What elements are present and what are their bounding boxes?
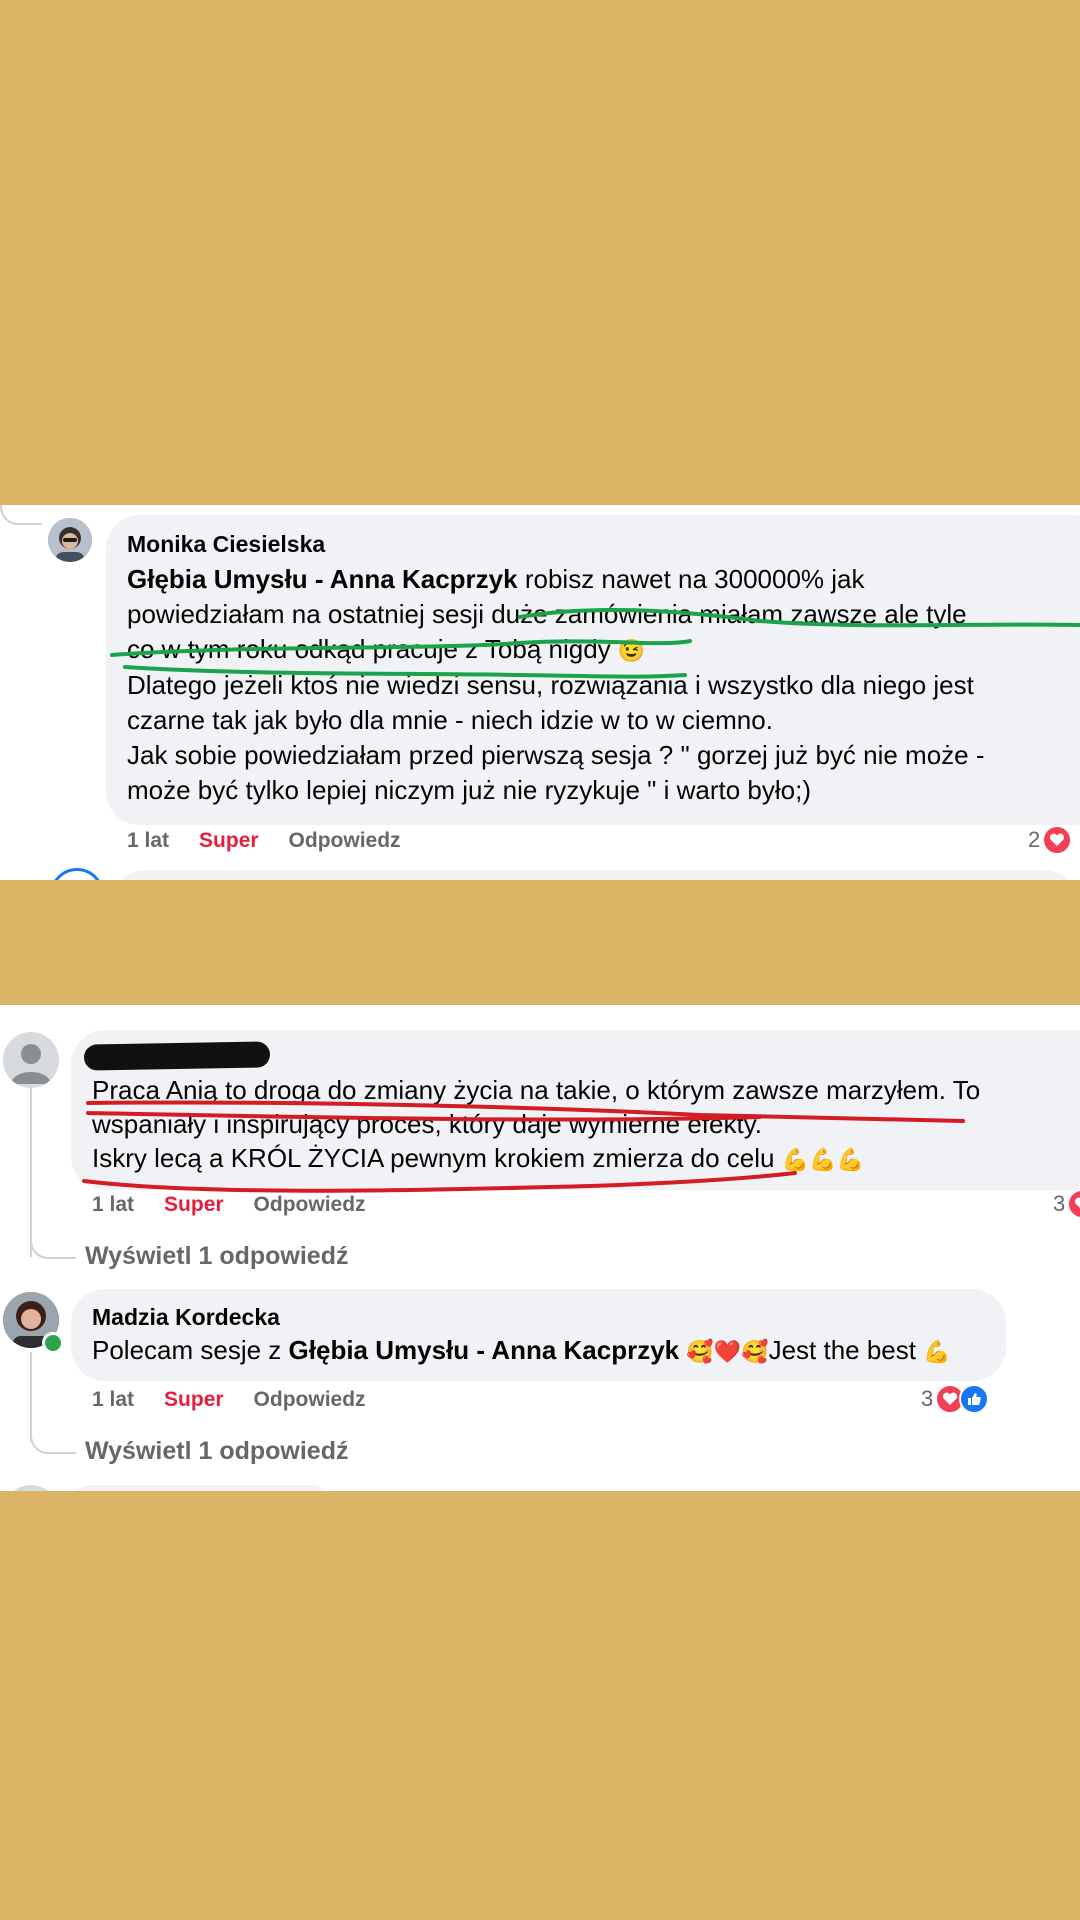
comment-text-segment: Jest the best — [768, 1335, 916, 1365]
avatar[interactable] — [3, 1032, 59, 1088]
comment-author[interactable]: Monika Ciesielska — [127, 531, 325, 558]
reaction-summary[interactable]: 3 — [921, 1384, 990, 1414]
reaction-count: 3 — [1053, 1191, 1066, 1216]
page-mention[interactable]: Głębia Umysłu - Anna Kacprzyk — [289, 1335, 680, 1365]
view-replies-link[interactable]: Wyświetl 1 odpowiedź — [85, 1437, 348, 1466]
reply-button[interactable]: Odpowiedz — [289, 829, 401, 853]
timestamp[interactable]: 1 lat — [92, 1388, 134, 1412]
comment-text-segment: robisz nawet na 300000% jak — [517, 564, 865, 594]
hearts-emoji: 🥰❤️🥰 — [686, 1339, 769, 1364]
comment-author[interactable]: Madzia Kordecka — [92, 1304, 280, 1331]
comment-text-line: czarne tak jak było dla mnie - niech idz… — [127, 705, 773, 735]
comment-text-line: Praca Anią to droga do zmiany życia na t… — [92, 1075, 981, 1105]
timestamp[interactable]: 1 lat — [127, 829, 169, 853]
heart-icon — [1042, 825, 1073, 855]
heart-icon — [1067, 1189, 1080, 1219]
comment-actions: 1 lat Super Odpowiedz — [92, 1193, 396, 1217]
avatar — [50, 868, 104, 880]
reaction-button[interactable]: Super — [199, 829, 259, 853]
muscle-emoji: 💪💪💪 — [781, 1147, 864, 1172]
avatar[interactable] — [48, 518, 92, 562]
wink-emoji: 😉 — [617, 638, 646, 663]
reply-button[interactable]: Odpowiedz — [254, 1388, 366, 1412]
reaction-count: 2 — [1028, 827, 1041, 852]
comment-bubble — [115, 870, 1075, 880]
comment-text-line: co w tym roku odkąd pracuje z Tobą nigdy — [127, 634, 611, 664]
thread-connector — [30, 1205, 76, 1259]
comment-text-line: Dlatego jeżeli ktoś nie wiedzi sensu, ro… — [127, 670, 974, 700]
page-mention[interactable]: Głębia Umysłu - Anna Kacprzyk — [127, 564, 518, 594]
comment-text-line: może być tylko lepiej niczym już nie ryz… — [127, 775, 812, 805]
comment-text-line: Jak sobie powiedziałam przed pierwszą se… — [127, 740, 985, 770]
muscle-emoji: 💪 — [923, 1339, 951, 1364]
view-replies-link[interactable]: Wyświetl 1 odpowiedź — [85, 1242, 348, 1271]
online-status-dot — [42, 1332, 64, 1354]
reaction-count: 3 — [921, 1386, 934, 1411]
comment-actions: 1 lat Super Odpowiedz — [92, 1388, 396, 1412]
timestamp[interactable]: 1 lat — [92, 1193, 134, 1217]
comment-text-line: wspaniały i inspirujący proces, który da… — [92, 1109, 763, 1139]
like-icon — [959, 1384, 990, 1414]
reply-button[interactable]: Odpowiedz — [254, 1193, 366, 1217]
thread-connector — [30, 1400, 76, 1454]
comment-text: Polecam sesje z Głębia Umysłu - Anna Kac… — [92, 1333, 951, 1369]
reaction-button[interactable]: Super — [164, 1388, 224, 1412]
comment-text-line: Iskry lecą a KRÓL ŻYCIA pewnym krokiem z… — [92, 1143, 775, 1173]
comment-text-segment: Polecam sesje z — [92, 1335, 289, 1365]
comment-text: Głębia Umysłu - Anna Kacprzyk robisz naw… — [127, 562, 985, 808]
comment-bubble — [71, 1485, 331, 1491]
thread-connector — [0, 505, 42, 525]
avatar — [3, 1485, 59, 1491]
reaction-summary[interactable]: 3 — [1053, 1189, 1080, 1219]
redaction-mark — [83, 1041, 271, 1071]
comment-text: Praca Anią to droga do zmiany życia na t… — [92, 1073, 980, 1177]
reaction-button[interactable]: Super — [164, 1193, 224, 1217]
comment-actions: 1 lat Super Odpowiedz — [127, 829, 431, 853]
comment-panel-1: Monika Ciesielska Głębia Umysłu - Anna K… — [0, 505, 1080, 880]
comment-panel-2: Praca Anią to droga do zmiany życia na t… — [0, 1005, 1080, 1491]
reaction-summary[interactable]: 2 — [1028, 825, 1073, 855]
comment-text-line: powiedziałam na ostatniej sesji duże zam… — [127, 599, 967, 629]
